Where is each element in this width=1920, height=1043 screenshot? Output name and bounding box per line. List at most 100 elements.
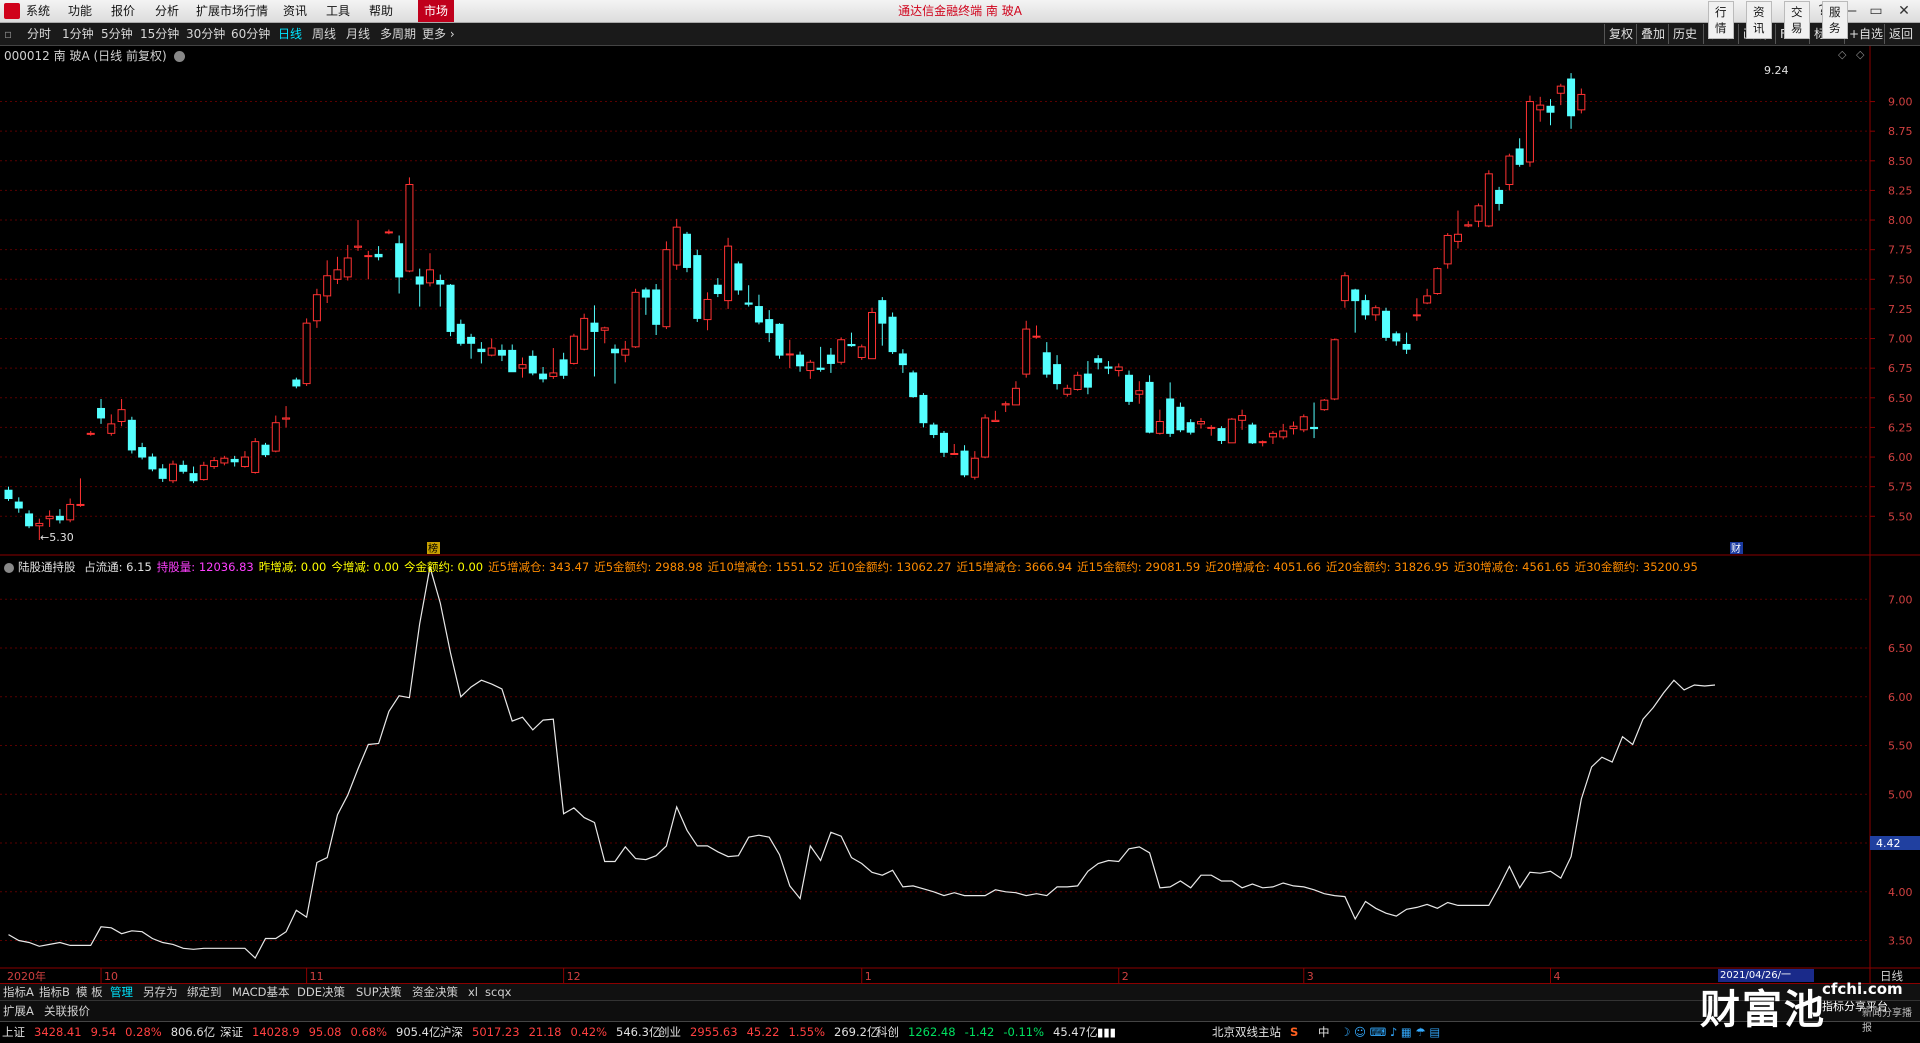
- index-quote[interactable]: 上证 3428.41 9.54 0.28% 806.6亿: [2, 1024, 224, 1041]
- candle-body: [590, 322, 599, 332]
- panel-options-icon[interactable]: ◇: [1838, 48, 1846, 61]
- settings-circle-icon[interactable]: [174, 51, 186, 62]
- candle: [240, 451, 249, 468]
- tab-save-as[interactable]: 另存为: [143, 984, 178, 1000]
- btn-overlay[interactable]: 叠加: [1636, 24, 1669, 44]
- tab-template[interactable]: 模 板: [76, 984, 103, 1000]
- indicator-settings-icon[interactable]: [4, 562, 14, 573]
- btn-fuquan[interactable]: 复权: [1604, 24, 1637, 44]
- date-tick-label: 2020年: [7, 969, 46, 983]
- index-percent: 0.42%: [570, 1025, 608, 1039]
- candle: [1433, 267, 1442, 295]
- period-weekly[interactable]: 周线: [312, 23, 336, 45]
- indicator-value-key: 近5金额约:: [594, 560, 652, 574]
- candle-body: [364, 255, 373, 258]
- index-quote[interactable]: 科创 1262.48 -1.42 -0.11% 45.47亿: [876, 1024, 1106, 1041]
- period-daily[interactable]: 日线: [278, 23, 302, 45]
- menu-function[interactable]: 功能: [68, 0, 92, 22]
- ime-toolbar-icons[interactable]: ☽ ☺ ⌨ ♪ ▦ ☂ ▤: [1340, 1024, 1440, 1041]
- candle-body: [35, 522, 44, 527]
- candle-body: [765, 319, 774, 334]
- candle: [950, 444, 959, 455]
- tab-indicator-a[interactable]: 指标A: [3, 984, 34, 1000]
- index-quote[interactable]: 沪深 5017.23 21.18 0.42% 546.3亿: [440, 1024, 669, 1041]
- sogou-ime-icon[interactable]: S: [1290, 1024, 1298, 1041]
- index-quote[interactable]: 深证 14028.9 95.08 0.68% 905.4亿: [220, 1024, 449, 1041]
- tab-fund[interactable]: 资金决策: [412, 984, 458, 1000]
- tab-macd[interactable]: MACD基本: [232, 984, 289, 1000]
- menu-system[interactable]: 系统: [26, 0, 50, 22]
- market-button[interactable]: 市场: [418, 0, 455, 22]
- candle: [1135, 381, 1144, 404]
- ime-mode[interactable]: 中: [1318, 1024, 1330, 1041]
- candle-body: [168, 463, 177, 482]
- maximize-icon[interactable]: ▭: [1862, 0, 1890, 22]
- quick-service-button[interactable]: 服务: [1822, 1, 1848, 39]
- period-5min[interactable]: 5分钟: [101, 23, 133, 45]
- tab-scqx[interactable]: scqx: [485, 984, 511, 1000]
- menu-news[interactable]: 资讯: [283, 0, 307, 22]
- tab-sup[interactable]: SUP决策: [356, 984, 402, 1000]
- candle-body: [1423, 295, 1432, 304]
- period-monthly[interactable]: 月线: [346, 23, 370, 45]
- tab-manage[interactable]: 管理: [110, 984, 133, 1000]
- tab-ext-a[interactable]: 扩展A: [3, 1003, 34, 1019]
- candle: [816, 346, 825, 372]
- watermark-brand: 财富池: [1700, 987, 1826, 1033]
- indicator-value-key: 近15金额约:: [1077, 560, 1142, 574]
- menu-ext-market[interactable]: 扩展市场行情: [196, 0, 268, 22]
- title-bar: 通达信金融终端 南 玻A 系统 功能 报价 分析 扩展市场行情 资讯 工具 帮助…: [0, 0, 1920, 23]
- menu-tools[interactable]: 工具: [326, 0, 350, 22]
- tab-xl[interactable]: xl: [468, 984, 478, 1000]
- btn-add-watch[interactable]: +自选: [1844, 24, 1887, 44]
- period-1min[interactable]: 1分钟: [62, 23, 94, 45]
- period-30min[interactable]: 30分钟: [186, 23, 225, 45]
- indicator-value-item: 近10金额约: 13062.27: [828, 560, 951, 574]
- period-multi[interactable]: 多周期: [380, 23, 416, 45]
- indicator-value-item: 近15金额约: 29081.59: [1077, 560, 1200, 574]
- toolbar-toggle-icon[interactable]: ▫: [4, 23, 12, 45]
- candle: [179, 460, 188, 474]
- menu-quote[interactable]: 报价: [111, 0, 135, 22]
- candle: [1053, 355, 1062, 390]
- candle: [518, 357, 527, 378]
- server-status[interactable]: 北京双线主站: [1212, 1024, 1281, 1041]
- btn-back[interactable]: 返回: [1884, 24, 1917, 44]
- candle: [312, 288, 321, 328]
- index-amount: 905.4亿: [396, 1025, 441, 1039]
- quick-news-button[interactable]: 资讯: [1746, 1, 1772, 39]
- index-name: 科创: [876, 1025, 899, 1039]
- period-minute[interactable]: 分时: [27, 23, 51, 45]
- candle: [477, 342, 486, 364]
- tab-dde[interactable]: DDE决策: [297, 984, 345, 1000]
- menu-analysis[interactable]: 分析: [155, 0, 179, 22]
- candle: [1546, 99, 1555, 126]
- menu-help[interactable]: 帮助: [369, 0, 393, 22]
- tab-indicator-b[interactable]: 指标B: [39, 984, 70, 1000]
- candle: [590, 305, 599, 377]
- close-icon[interactable]: ✕: [1890, 0, 1918, 22]
- quick-quote-button[interactable]: 行情: [1708, 1, 1734, 39]
- candle: [271, 415, 280, 453]
- candle-body: [1114, 366, 1123, 372]
- period-60min[interactable]: 60分钟: [231, 23, 270, 45]
- candle: [1299, 414, 1308, 433]
- candle: [929, 422, 938, 439]
- candle: [734, 261, 743, 295]
- tab-related-quote[interactable]: 关联报价: [44, 1003, 90, 1019]
- index-quote[interactable]: 创业 2955.63 45.22 1.55% 269.2亿: [658, 1024, 887, 1041]
- price-tick-label: 7.75: [1888, 244, 1913, 257]
- panel-close-icon[interactable]: ◇: [1856, 48, 1864, 61]
- quick-trade-button[interactable]: 交易: [1784, 1, 1810, 39]
- candle-body: [425, 269, 434, 284]
- btn-history[interactable]: 历史: [1668, 24, 1701, 44]
- period-15min[interactable]: 15分钟: [140, 23, 179, 45]
- tab-bind-to[interactable]: 绑定到: [187, 984, 222, 1000]
- period-more[interactable]: 更多 ›: [422, 23, 455, 45]
- candle: [1371, 305, 1380, 321]
- candle-body: [1361, 300, 1370, 316]
- candle: [1176, 402, 1185, 433]
- low-price-value: 5.30: [49, 531, 74, 544]
- indicator-value-item: 近5金额约: 2988.98: [594, 560, 702, 574]
- candle: [960, 445, 969, 478]
